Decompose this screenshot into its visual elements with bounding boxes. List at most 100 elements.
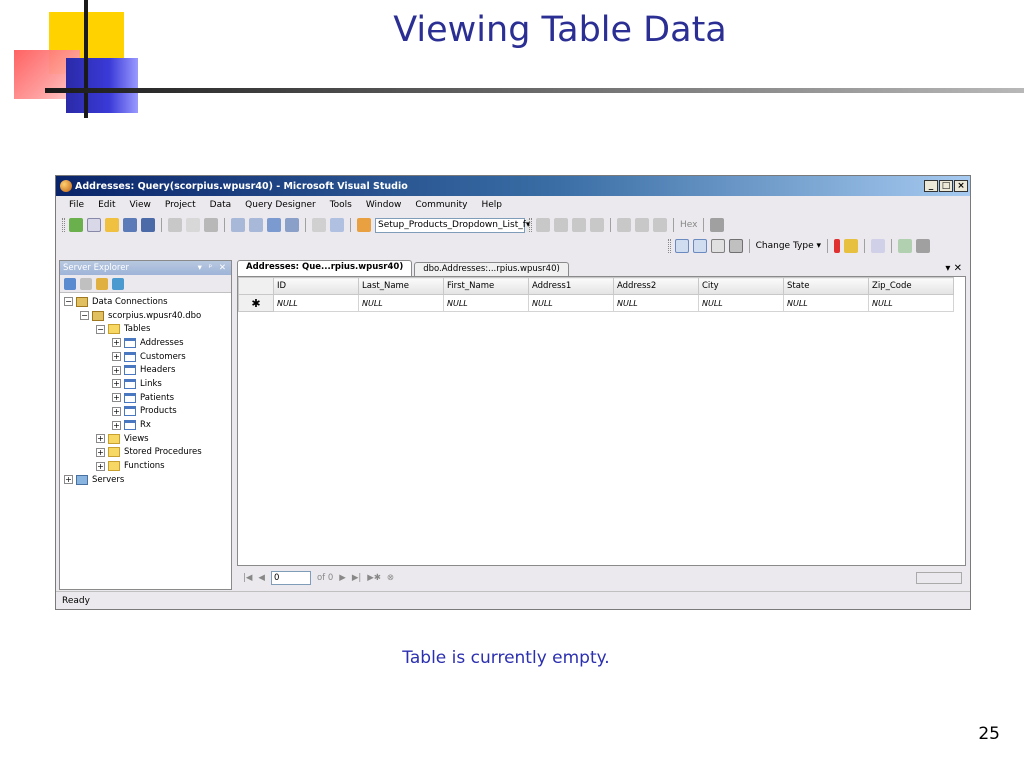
- group-by-icon[interactable]: [871, 239, 885, 253]
- open-file-icon[interactable]: [105, 218, 119, 232]
- change-type-button[interactable]: Change Type ▾: [756, 241, 821, 251]
- toolbar-grip[interactable]: [667, 239, 671, 253]
- expand-icon[interactable]: +: [112, 365, 121, 375]
- redo-icon[interactable]: [249, 218, 263, 232]
- new-record-icon[interactable]: ▶✱: [367, 573, 381, 583]
- execute-sql-icon[interactable]: [834, 239, 840, 253]
- tab-controls[interactable]: ▾ ✕: [945, 262, 962, 276]
- first-record-icon[interactable]: |◀: [243, 573, 252, 583]
- breakpoints-icon[interactable]: [710, 218, 725, 232]
- hex-button[interactable]: Hex: [680, 220, 697, 230]
- expand-icon[interactable]: +: [112, 406, 121, 416]
- expand-icon[interactable]: +: [96, 447, 105, 457]
- horizontal-scrollbar[interactable]: [916, 572, 962, 584]
- cut-icon[interactable]: [168, 218, 182, 232]
- save-icon[interactable]: [123, 218, 137, 232]
- expand-icon[interactable]: +: [112, 379, 121, 389]
- minimize-button[interactable]: _: [924, 180, 938, 192]
- navigate-forward-icon[interactable]: [285, 218, 299, 232]
- tree-item[interactable]: − Data Connections: [60, 295, 231, 309]
- grid-cell[interactable]: NULL: [613, 294, 699, 312]
- tree-item[interactable]: + Headers: [60, 363, 231, 377]
- grid-cell[interactable]: NULL: [698, 294, 784, 312]
- tree-item[interactable]: + Links: [60, 377, 231, 391]
- tree-item[interactable]: + Stored Procedures: [60, 446, 231, 460]
- undo-icon[interactable]: [231, 218, 245, 232]
- next-record-icon[interactable]: ▶: [339, 573, 346, 583]
- collapse-icon[interactable]: −: [80, 311, 89, 321]
- expand-icon[interactable]: +: [96, 461, 105, 471]
- expand-icon[interactable]: +: [112, 338, 121, 348]
- solution-config-combo[interactable]: Setup_Products_Dropdown_List_f ▾: [375, 217, 531, 233]
- expand-icon[interactable]: +: [112, 420, 121, 430]
- tree-item[interactable]: − Tables: [60, 322, 231, 336]
- column-header[interactable]: State: [783, 277, 869, 295]
- expand-icon[interactable]: +: [112, 352, 121, 362]
- new-project-icon[interactable]: [69, 218, 83, 232]
- document-tab[interactable]: Addresses: Que...rpius.wpusr40): [237, 260, 413, 276]
- collapse-icon[interactable]: −: [96, 324, 105, 334]
- stop-icon[interactable]: ⊗: [387, 573, 394, 583]
- tree-item[interactable]: + Views: [60, 432, 231, 446]
- menu-data[interactable]: Data: [203, 200, 239, 210]
- expand-icon[interactable]: +: [96, 434, 105, 444]
- new-row-marker[interactable]: ✱: [238, 294, 274, 312]
- show-sql-pane-icon[interactable]: [710, 239, 725, 253]
- tree-item[interactable]: + Rx: [60, 418, 231, 432]
- copy-icon[interactable]: [186, 218, 200, 232]
- server-explorer-header[interactable]: Server Explorer ▾ ᵖ ✕: [60, 261, 231, 275]
- maximize-button[interactable]: □: [939, 180, 953, 192]
- show-results-pane-icon[interactable]: [728, 239, 743, 253]
- navigate-backward-icon[interactable]: [267, 218, 281, 232]
- toolbar-grip[interactable]: [529, 218, 532, 232]
- step-into-icon[interactable]: [617, 218, 631, 232]
- add-table-icon[interactable]: [898, 239, 912, 253]
- column-header[interactable]: Address1: [528, 277, 614, 295]
- toolbar-grip[interactable]: [62, 218, 65, 232]
- previous-record-icon[interactable]: ◀: [258, 573, 265, 583]
- grid-cell[interactable]: NULL: [783, 294, 869, 312]
- last-record-icon[interactable]: ▶|: [352, 573, 361, 583]
- paste-icon[interactable]: [204, 218, 218, 232]
- stop-refresh-icon[interactable]: [80, 277, 92, 290]
- tree-item[interactable]: + Products: [60, 405, 231, 419]
- play-icon[interactable]: [536, 218, 550, 232]
- grid-cell[interactable]: NULL: [528, 294, 614, 312]
- tree-item[interactable]: − scorpius.wpusr40.dbo: [60, 309, 231, 323]
- step-over-icon[interactable]: [635, 218, 649, 232]
- expand-icon[interactable]: +: [112, 393, 121, 403]
- refresh-icon[interactable]: [64, 277, 76, 290]
- document-tab[interactable]: dbo.Addresses:...rpius.wpusr40): [414, 262, 569, 276]
- column-header[interactable]: Zip_Code: [868, 277, 954, 295]
- pane-controls[interactable]: ▾ ᵖ ✕: [198, 263, 228, 273]
- solution-config-icon[interactable]: [357, 218, 371, 232]
- save-all-icon[interactable]: [141, 218, 155, 232]
- tree-item[interactable]: + Servers: [60, 473, 231, 487]
- column-header[interactable]: Address2: [613, 277, 699, 295]
- show-diagram-pane-icon[interactable]: [674, 239, 689, 253]
- menu-project[interactable]: Project: [158, 200, 203, 210]
- verify-sql-icon[interactable]: [844, 239, 858, 253]
- restart-icon[interactable]: [590, 218, 604, 232]
- connect-to-database-icon[interactable]: [96, 277, 108, 290]
- stop-icon[interactable]: [572, 218, 586, 232]
- menu-community[interactable]: Community: [408, 200, 474, 210]
- column-header[interactable]: City: [698, 277, 784, 295]
- menu-view[interactable]: View: [123, 200, 158, 210]
- tree-item[interactable]: + Functions: [60, 459, 231, 473]
- add-derived-table-icon[interactable]: [916, 239, 930, 253]
- window-titlebar[interactable]: Addresses: Query(scorpius.wpusr40) - Mic…: [56, 176, 970, 196]
- grid-cell[interactable]: NULL: [868, 294, 954, 312]
- grid-cell[interactable]: NULL: [273, 294, 359, 312]
- tree-item[interactable]: + Customers: [60, 350, 231, 364]
- step-out-icon[interactable]: [653, 218, 667, 232]
- column-header[interactable]: First_Name: [443, 277, 529, 295]
- menu-edit[interactable]: Edit: [91, 200, 122, 210]
- expand-icon[interactable]: +: [64, 475, 73, 485]
- collapse-icon[interactable]: −: [64, 297, 73, 307]
- start-icon[interactable]: [312, 218, 326, 232]
- menu-query-designer[interactable]: Query Designer: [238, 200, 323, 210]
- menu-tools[interactable]: Tools: [323, 200, 359, 210]
- tree-item[interactable]: + Patients: [60, 391, 231, 405]
- menu-file[interactable]: File: [62, 200, 91, 210]
